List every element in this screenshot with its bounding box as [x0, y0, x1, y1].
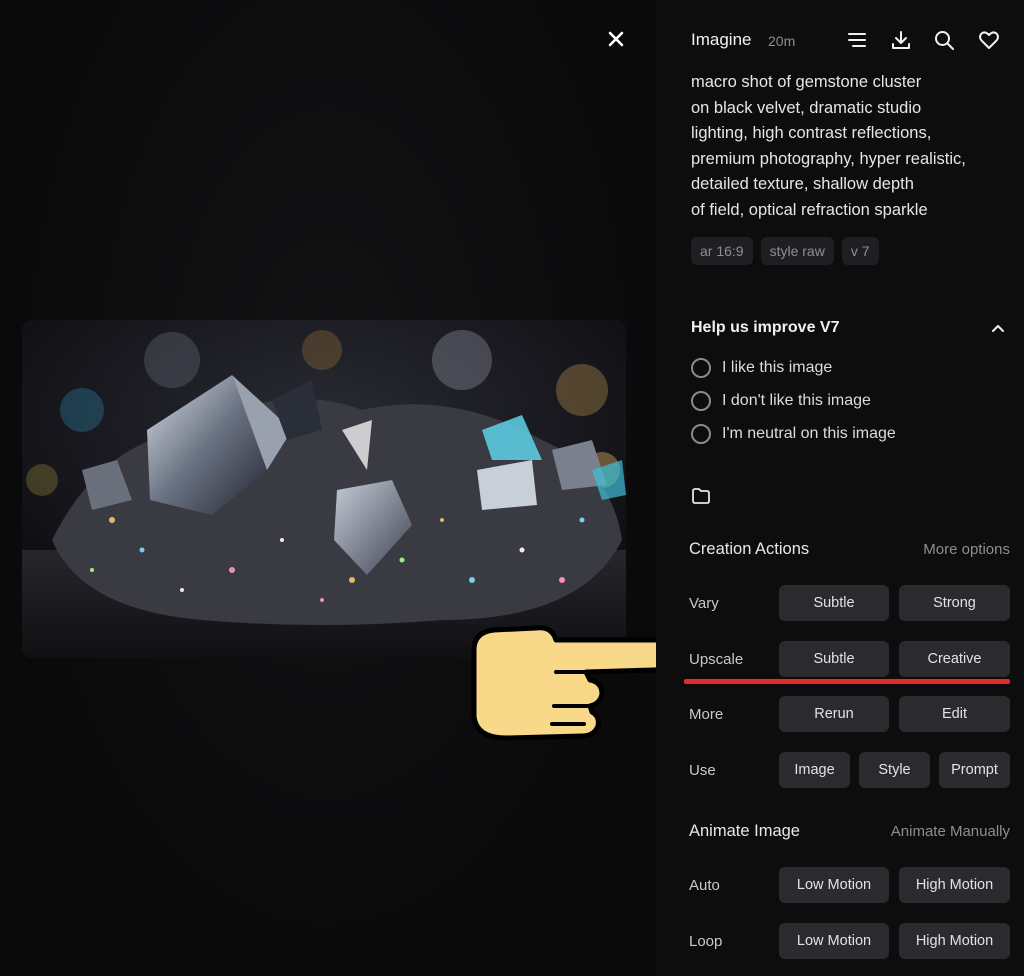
edit-button[interactable]: Edit — [899, 696, 1010, 732]
parameter-tags: ar 16:9 style raw v 7 — [691, 237, 879, 265]
feedback-option-like[interactable]: I like this image — [691, 358, 832, 378]
download-icon[interactable] — [890, 29, 912, 51]
vary-subtle-button[interactable]: Subtle — [779, 585, 889, 621]
folder-icon[interactable] — [691, 487, 711, 505]
prompt-text: macro shot of gemstone cluster on black … — [691, 73, 966, 219]
image-viewer — [0, 0, 669, 976]
animate-manually-link[interactable]: Animate Manually — [891, 823, 1010, 840]
more-options-link[interactable]: More options — [923, 541, 1010, 558]
page-title: Imagine — [691, 30, 752, 49]
feedback-option-label: I like this image — [722, 359, 833, 376]
auto-high-motion-button[interactable]: High Motion — [899, 867, 1010, 903]
row-label-use: Use — [689, 762, 716, 779]
auto-low-motion-button[interactable]: Low Motion — [779, 867, 889, 903]
row-label-auto: Auto — [689, 877, 720, 894]
close-icon[interactable] — [604, 27, 628, 51]
heart-icon[interactable] — [978, 29, 1000, 51]
use-image-button[interactable]: Image — [779, 752, 850, 788]
details-panel: Imagine 20m macro shot of gemstone clust… — [656, 0, 1024, 976]
use-prompt-button[interactable]: Prompt — [939, 752, 1010, 788]
tag-style[interactable]: style raw — [760, 237, 834, 265]
timestamp: 20m — [768, 33, 796, 49]
rerun-button[interactable]: Rerun — [779, 696, 889, 732]
generated-image[interactable] — [22, 320, 626, 658]
search-icon[interactable] — [933, 29, 955, 51]
creation-actions-title: Creation Actions — [689, 540, 810, 558]
gemstone-image-art — [22, 320, 626, 658]
radio-circle[interactable] — [691, 424, 711, 444]
upscale-creative-button[interactable]: Creative — [899, 641, 1010, 677]
feedback-option-label: I'm neutral on this image — [722, 425, 896, 442]
radio-circle[interactable] — [691, 358, 711, 378]
use-style-button[interactable]: Style — [859, 752, 930, 788]
animate-image-title: Animate Image — [689, 822, 800, 840]
feedback-title: Help us improve V7 — [691, 319, 840, 336]
loop-high-motion-button[interactable]: High Motion — [899, 923, 1010, 959]
menu-lines-icon[interactable] — [846, 29, 868, 51]
highlight-underline — [684, 679, 1010, 684]
tag-version[interactable]: v 7 — [841, 237, 879, 265]
row-label-loop: Loop — [689, 933, 723, 950]
chevron-up-icon[interactable] — [989, 320, 1007, 338]
feedback-option-neutral[interactable]: I'm neutral on this image — [691, 424, 896, 444]
loop-low-motion-button[interactable]: Low Motion — [779, 923, 889, 959]
feedback-option-dislike[interactable]: I don't like this image — [691, 391, 871, 411]
row-label-upscale: Upscale — [689, 651, 744, 668]
row-label-more: More — [689, 706, 724, 723]
upscale-subtle-button[interactable]: Subtle — [779, 641, 889, 677]
radio-circle[interactable] — [691, 391, 711, 411]
vary-strong-button[interactable]: Strong — [899, 585, 1010, 621]
tag-aspect-ratio[interactable]: ar 16:9 — [691, 237, 753, 265]
pointing-hand-icon — [471, 625, 669, 741]
feedback-option-label: I don't like this image — [722, 392, 871, 409]
row-label-vary: Vary — [689, 595, 719, 612]
